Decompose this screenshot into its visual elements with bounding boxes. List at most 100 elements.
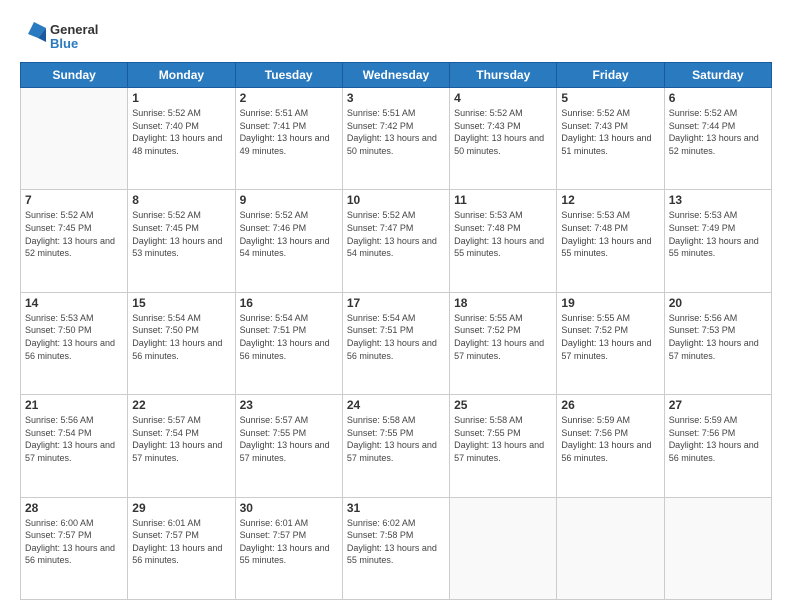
calendar-cell: 26 Sunrise: 5:59 AMSunset: 7:56 PMDayligh… bbox=[557, 395, 664, 497]
day-info: Sunrise: 5:51 AMSunset: 7:42 PMDaylight:… bbox=[347, 107, 445, 157]
day-number: 30 bbox=[240, 501, 338, 515]
day-info: Sunrise: 5:59 AMSunset: 7:56 PMDaylight:… bbox=[669, 414, 767, 464]
day-info: Sunrise: 5:52 AMSunset: 7:43 PMDaylight:… bbox=[561, 107, 659, 157]
calendar-cell: 15Sunrise: 5:54 AMSunset: 7:50 PMDayligh… bbox=[128, 292, 235, 394]
day-info: Sunrise: 5:52 AMSunset: 7:43 PMDaylight:… bbox=[454, 107, 552, 157]
day-info: Sunrise: 5:57 AMSunset: 7:55 PMDaylight:… bbox=[240, 414, 338, 464]
header: General Blue bbox=[20, 18, 772, 54]
calendar-week-1: 1Sunrise: 5:52 AMSunset: 7:40 PMDaylight… bbox=[21, 88, 772, 190]
day-number: 9 bbox=[240, 193, 338, 207]
day-info: Sunrise: 5:54 AMSunset: 7:51 PMDaylight:… bbox=[347, 312, 445, 362]
calendar-week-5: 28 Sunrise: 6:00 AMSunset: 7:57 PMDayligh… bbox=[21, 497, 772, 599]
calendar-cell bbox=[557, 497, 664, 599]
day-info: Sunrise: 5:57 AMSunset: 7:54 PMDaylight:… bbox=[132, 414, 230, 464]
day-number: 16 bbox=[240, 296, 338, 310]
day-number: 14 bbox=[25, 296, 123, 310]
day-number: 18 bbox=[454, 296, 552, 310]
day-info: Sunrise: 5:51 AMSunset: 7:41 PMDaylight:… bbox=[240, 107, 338, 157]
day-number: 7 bbox=[25, 193, 123, 207]
day-number: 15 bbox=[132, 296, 230, 310]
day-number: 25 bbox=[454, 398, 552, 412]
day-number: 13 bbox=[669, 193, 767, 207]
calendar-cell: 5 Sunrise: 5:52 AMSunset: 7:43 PMDaylight… bbox=[557, 88, 664, 190]
day-info: Sunrise: 5:53 AMSunset: 7:49 PMDaylight:… bbox=[669, 209, 767, 259]
day-info: Sunrise: 5:53 AMSunset: 7:48 PMDaylight:… bbox=[561, 209, 659, 259]
calendar-cell: 22 Sunrise: 5:57 AMSunset: 7:54 PMDayligh… bbox=[128, 395, 235, 497]
day-info: Sunrise: 5:58 AMSunset: 7:55 PMDaylight:… bbox=[347, 414, 445, 464]
calendar-cell: 19 Sunrise: 5:55 AMSunset: 7:52 PMDayligh… bbox=[557, 292, 664, 394]
calendar-cell: 24 Sunrise: 5:58 AMSunset: 7:55 PMDayligh… bbox=[342, 395, 449, 497]
calendar-cell: 31 Sunrise: 6:02 AMSunset: 7:58 PMDayligh… bbox=[342, 497, 449, 599]
weekday-monday: Monday bbox=[128, 63, 235, 88]
calendar-cell: 28 Sunrise: 6:00 AMSunset: 7:57 PMDayligh… bbox=[21, 497, 128, 599]
calendar-cell: 20 Sunrise: 5:56 AMSunset: 7:53 PMDayligh… bbox=[664, 292, 771, 394]
day-number: 21 bbox=[25, 398, 123, 412]
svg-text:General: General bbox=[50, 22, 98, 37]
day-info: Sunrise: 5:52 AMSunset: 7:45 PMDaylight:… bbox=[132, 209, 230, 259]
calendar-cell: 29Sunrise: 6:01 AMSunset: 7:57 PMDayligh… bbox=[128, 497, 235, 599]
day-number: 19 bbox=[561, 296, 659, 310]
day-info: Sunrise: 6:01 AMSunset: 7:57 PMDaylight:… bbox=[132, 517, 230, 567]
day-info: Sunrise: 5:56 AMSunset: 7:54 PMDaylight:… bbox=[25, 414, 123, 464]
day-number: 5 bbox=[561, 91, 659, 105]
day-number: 4 bbox=[454, 91, 552, 105]
calendar-week-2: 7 Sunrise: 5:52 AMSunset: 7:45 PMDaylight… bbox=[21, 190, 772, 292]
calendar-cell: 16 Sunrise: 5:54 AMSunset: 7:51 PMDayligh… bbox=[235, 292, 342, 394]
day-number: 17 bbox=[347, 296, 445, 310]
calendar-cell bbox=[664, 497, 771, 599]
calendar-cell: 7 Sunrise: 5:52 AMSunset: 7:45 PMDaylight… bbox=[21, 190, 128, 292]
calendar-cell: 27 Sunrise: 5:59 AMSunset: 7:56 PMDayligh… bbox=[664, 395, 771, 497]
day-info: Sunrise: 5:55 AMSunset: 7:52 PMDaylight:… bbox=[561, 312, 659, 362]
calendar-cell: 13 Sunrise: 5:53 AMSunset: 7:49 PMDayligh… bbox=[664, 190, 771, 292]
day-info: Sunrise: 5:53 AMSunset: 7:50 PMDaylight:… bbox=[25, 312, 123, 362]
logo: General Blue bbox=[20, 18, 110, 54]
day-info: Sunrise: 6:02 AMSunset: 7:58 PMDaylight:… bbox=[347, 517, 445, 567]
day-number: 12 bbox=[561, 193, 659, 207]
weekday-sunday: Sunday bbox=[21, 63, 128, 88]
calendar-week-3: 14 Sunrise: 5:53 AMSunset: 7:50 PMDayligh… bbox=[21, 292, 772, 394]
calendar-table: SundayMondayTuesdayWednesdayThursdayFrid… bbox=[20, 62, 772, 600]
calendar-cell: 1Sunrise: 5:52 AMSunset: 7:40 PMDaylight… bbox=[128, 88, 235, 190]
day-number: 31 bbox=[347, 501, 445, 515]
calendar-cell: 10Sunrise: 5:52 AMSunset: 7:47 PMDayligh… bbox=[342, 190, 449, 292]
day-number: 1 bbox=[132, 91, 230, 105]
day-number: 28 bbox=[25, 501, 123, 515]
svg-text:Blue: Blue bbox=[50, 36, 78, 51]
day-info: Sunrise: 5:52 AMSunset: 7:44 PMDaylight:… bbox=[669, 107, 767, 157]
day-number: 6 bbox=[669, 91, 767, 105]
calendar-cell: 18Sunrise: 5:55 AMSunset: 7:52 PMDayligh… bbox=[450, 292, 557, 394]
day-number: 10 bbox=[347, 193, 445, 207]
day-number: 3 bbox=[347, 91, 445, 105]
day-info: Sunrise: 5:52 AMSunset: 7:45 PMDaylight:… bbox=[25, 209, 123, 259]
day-number: 26 bbox=[561, 398, 659, 412]
day-info: Sunrise: 5:58 AMSunset: 7:55 PMDaylight:… bbox=[454, 414, 552, 464]
day-info: Sunrise: 6:00 AMSunset: 7:57 PMDaylight:… bbox=[25, 517, 123, 567]
calendar-cell: 4 Sunrise: 5:52 AMSunset: 7:43 PMDaylight… bbox=[450, 88, 557, 190]
calendar-cell: 2 Sunrise: 5:51 AMSunset: 7:41 PMDaylight… bbox=[235, 88, 342, 190]
weekday-wednesday: Wednesday bbox=[342, 63, 449, 88]
weekday-thursday: Thursday bbox=[450, 63, 557, 88]
calendar-cell: 9 Sunrise: 5:52 AMSunset: 7:46 PMDaylight… bbox=[235, 190, 342, 292]
weekday-saturday: Saturday bbox=[664, 63, 771, 88]
calendar-cell: 23Sunrise: 5:57 AMSunset: 7:55 PMDayligh… bbox=[235, 395, 342, 497]
weekday-header-row: SundayMondayTuesdayWednesdayThursdayFrid… bbox=[21, 63, 772, 88]
calendar-cell: 6 Sunrise: 5:52 AMSunset: 7:44 PMDaylight… bbox=[664, 88, 771, 190]
day-number: 2 bbox=[240, 91, 338, 105]
calendar-cell bbox=[450, 497, 557, 599]
calendar-cell: 21 Sunrise: 5:56 AMSunset: 7:54 PMDayligh… bbox=[21, 395, 128, 497]
day-number: 8 bbox=[132, 193, 230, 207]
day-number: 20 bbox=[669, 296, 767, 310]
day-info: Sunrise: 5:52 AMSunset: 7:46 PMDaylight:… bbox=[240, 209, 338, 259]
calendar-cell: 14 Sunrise: 5:53 AMSunset: 7:50 PMDayligh… bbox=[21, 292, 128, 394]
day-info: Sunrise: 5:59 AMSunset: 7:56 PMDaylight:… bbox=[561, 414, 659, 464]
calendar-cell bbox=[21, 88, 128, 190]
calendar-week-4: 21 Sunrise: 5:56 AMSunset: 7:54 PMDayligh… bbox=[21, 395, 772, 497]
day-info: Sunrise: 5:54 AMSunset: 7:51 PMDaylight:… bbox=[240, 312, 338, 362]
day-number: 27 bbox=[669, 398, 767, 412]
day-info: Sunrise: 5:56 AMSunset: 7:53 PMDaylight:… bbox=[669, 312, 767, 362]
day-number: 24 bbox=[347, 398, 445, 412]
day-number: 11 bbox=[454, 193, 552, 207]
day-number: 22 bbox=[132, 398, 230, 412]
calendar-cell: 30Sunrise: 6:01 AMSunset: 7:57 PMDayligh… bbox=[235, 497, 342, 599]
calendar-cell: 17 Sunrise: 5:54 AMSunset: 7:51 PMDayligh… bbox=[342, 292, 449, 394]
